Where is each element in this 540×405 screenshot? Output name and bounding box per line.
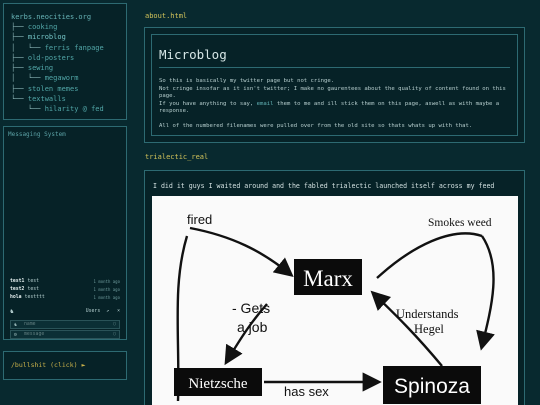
messaging-panel: Messaging System test1 test 1 month ago tes… — [3, 126, 127, 340]
message-text: testttt — [24, 295, 45, 300]
message-user: test2 — [10, 287, 25, 292]
site-tree-panel: kerbs.neocities.org ├── cooking ├── micro… — [3, 3, 127, 120]
user-icon[interactable]: ♞ — [10, 308, 19, 315]
tree-link[interactable]: old-posters — [28, 54, 74, 62]
close-icon[interactable]: × — [117, 309, 120, 314]
tree-link[interactable]: microblog — [28, 33, 66, 41]
tree-branch: ├── — [11, 84, 28, 93]
messaging-title: Messaging System — [8, 131, 66, 138]
message-user: hola — [10, 295, 22, 300]
tree-branch: ├── — [11, 64, 28, 73]
message-time: 1 month ago — [93, 295, 121, 300]
tree-link[interactable]: textwalls — [28, 95, 66, 103]
label-smokes-weed: Smokes weed — [428, 217, 492, 229]
about-post: Microblog So this is basically my twitte… — [144, 27, 525, 143]
messaging-toolbar: ♞ Users ↗ × — [10, 307, 120, 316]
label-fired: fired — [187, 212, 212, 227]
tree-branch: ├── — [11, 53, 28, 62]
message-field[interactable]: ⚙ message ○ — [10, 330, 120, 339]
message-time: 1 month ago — [93, 279, 121, 284]
about-post-inner: Microblog So this is basically my twitte… — [151, 34, 518, 136]
label-understands: Understands — [396, 307, 459, 321]
post-filename-trialectic[interactable]: trialectic_real — [145, 153, 208, 161]
name-field-end-icon: ○ — [112, 321, 116, 327]
message-time: 1 month ago — [93, 287, 121, 292]
label-marx: Marx — [303, 266, 353, 291]
tree-item: └── hilarity @ fed — [11, 104, 119, 114]
about-line-2: Not cringe insofar as it isn't twitter; … — [159, 85, 506, 100]
message-row: test1 test 1 month ago — [10, 278, 120, 286]
send-icon[interactable]: ○ — [113, 331, 116, 337]
post-filename-about[interactable]: about.html — [145, 12, 187, 20]
tree-item: ├── microblog — [11, 32, 119, 42]
label-spinoza: Spinoza — [394, 375, 470, 398]
tree-item: └── textwalls — [11, 94, 119, 104]
tree-link[interactable]: stolen memes — [28, 85, 79, 93]
message-row: hola testttt 1 month ago — [10, 294, 120, 302]
tree-item: ├── stolen memes — [11, 84, 119, 94]
label-gets: - Gets — [232, 300, 270, 316]
tree-list: ├── cooking ├── microblog │ └── ferris fan… — [11, 22, 119, 115]
tree-branch: └── — [11, 95, 28, 104]
tree-item: ├── cooking — [11, 22, 119, 32]
message-field-placeholder: message — [24, 332, 45, 337]
about-line-3-pre: If you have anything to say, — [159, 100, 257, 107]
tree-branch: ├── — [11, 23, 28, 31]
message-log: test1 test 1 month ago test2 test 1 month ago… — [10, 278, 120, 302]
tree-branch: ├── — [11, 33, 28, 42]
about-line-1: So this is basically my twitter page but… — [159, 78, 335, 84]
message-text: test — [27, 279, 40, 284]
label-has-sex: has sex — [284, 384, 329, 399]
bullshit-panel: /bullshit (click) ► — [3, 351, 127, 380]
post-caption: I did it guys I waited around and the fa… — [153, 182, 495, 190]
tree-link[interactable]: sewing — [28, 64, 53, 72]
name-field-placeholder: name — [24, 322, 36, 327]
tree-link[interactable]: cooking — [28, 23, 58, 31]
tree-link[interactable]: ferris fanpage — [45, 44, 104, 52]
message-row: test2 test 1 month ago — [10, 286, 120, 294]
name-field[interactable]: ♞ name ○ — [10, 320, 120, 329]
tree-link[interactable]: hilarity @ fed — [45, 105, 104, 113]
tree-item: │ └── ferris fanpage — [11, 43, 119, 53]
tree-branch: │ └── — [11, 74, 45, 83]
popout-icon[interactable]: ↗ — [106, 309, 109, 314]
message-user: test1 — [10, 279, 25, 284]
tree-branch: │ └── — [11, 43, 45, 52]
settings-icon[interactable]: ⚙ — [14, 332, 17, 338]
tree-item: ├── sewing — [11, 63, 119, 73]
tree-link[interactable]: megaworm — [45, 74, 79, 82]
tree-item: ├── old-posters — [11, 53, 119, 63]
tree-item: │ └── megaworm — [11, 73, 119, 83]
users-label[interactable]: Users — [86, 309, 100, 314]
label-a-job: a job — [237, 319, 268, 335]
about-paragraph-2: All of the numbered filenames were pulle… — [159, 123, 473, 129]
about-paragraph-1: So this is basically my twitter page but… — [159, 78, 510, 116]
trialectic-meme-image: fired Smokes weed Marx - Gets a job Unde… — [152, 196, 518, 405]
site-name[interactable]: kerbs.neocities.org — [11, 13, 119, 21]
tree-branch: └── — [11, 105, 45, 114]
label-hegel: Hegel — [414, 322, 444, 336]
name-field-icon: ♞ — [14, 322, 18, 328]
message-text: test — [27, 287, 40, 292]
bullshit-link[interactable]: /bullshit (click) ► — [11, 361, 85, 369]
post-title: Microblog — [159, 47, 510, 68]
label-nietzsche: Nietzsche — [188, 376, 247, 392]
email-link[interactable]: email — [257, 101, 274, 107]
